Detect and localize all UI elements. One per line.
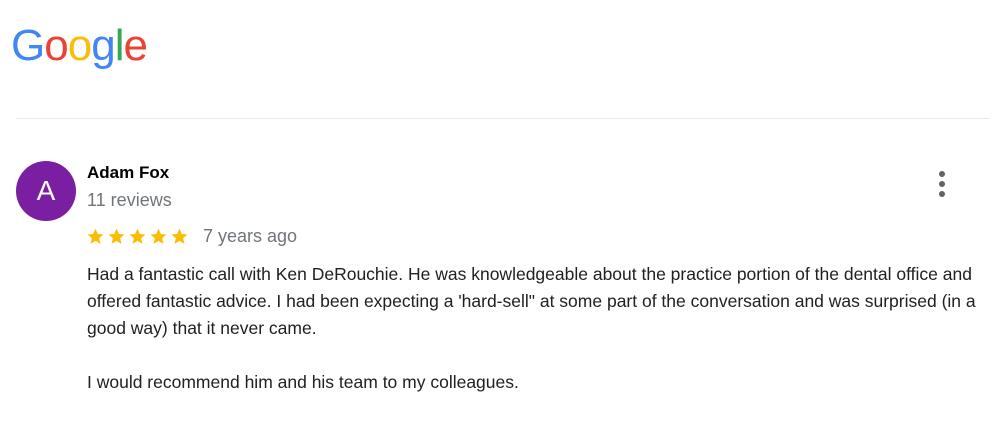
logo-letter-g2: g xyxy=(91,21,116,70)
header-divider xyxy=(16,118,990,119)
star-icon xyxy=(108,228,125,244)
logo-letter-o2: o xyxy=(67,21,93,70)
star-icon xyxy=(150,228,167,244)
logo-letter-e: e xyxy=(123,21,148,70)
star-icon xyxy=(87,228,104,244)
logo-letter-l: l xyxy=(114,21,125,70)
avatar[interactable]: A xyxy=(16,161,76,221)
logo-letter-o1: o xyxy=(44,21,69,70)
reviewer-review-count[interactable]: 11 reviews xyxy=(87,189,172,211)
more-vert-icon-dot xyxy=(939,191,945,197)
star-icon xyxy=(129,228,146,244)
more-options-button[interactable] xyxy=(928,167,956,201)
star-rating xyxy=(86,227,191,246)
more-vert-icon xyxy=(939,171,945,177)
review-body: Had a fantastic call with Ken DeRouchie.… xyxy=(87,261,992,396)
logo-letter-g: G xyxy=(11,21,45,70)
review-time: 7 years ago xyxy=(203,226,298,246)
google-logo: Google xyxy=(11,18,148,74)
review-paragraph: I would recommend him and his team to my… xyxy=(87,372,519,392)
more-vert-icon-dot xyxy=(939,181,945,187)
review-paragraph: Had a fantastic call with Ken DeRouchie.… xyxy=(87,264,976,338)
reviewer-name[interactable]: Adam Fox xyxy=(87,162,169,184)
star-icon xyxy=(171,228,188,244)
review-rating-row: 7 years ago xyxy=(86,224,297,248)
